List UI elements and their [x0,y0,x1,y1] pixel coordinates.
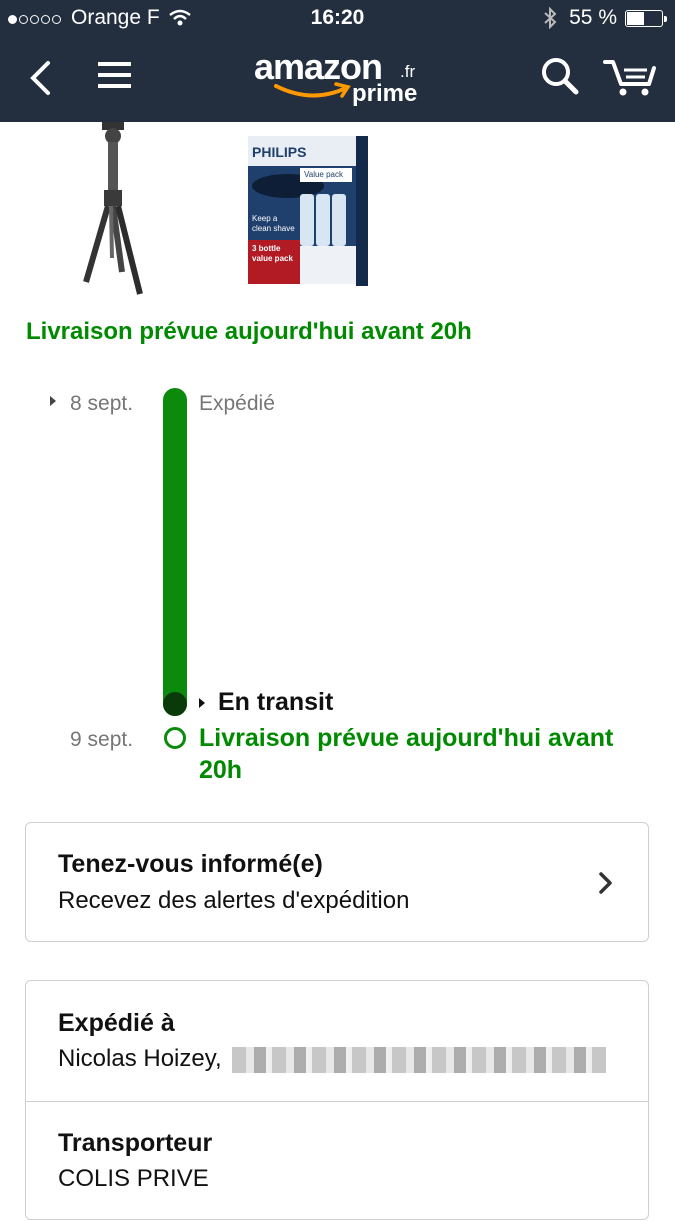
amazon-prime-logo[interactable]: amazon .fr prime [254,46,434,116]
alerts-title: Tenez-vous informé(e) [58,850,323,878]
nav-bar: amazon .fr prime [0,38,675,122]
expand-triangle-icon[interactable] [50,396,56,406]
search-icon[interactable] [540,56,580,96]
recipient-name: Nicolas Hoizey, [58,1045,222,1072]
tripod-image[interactable] [78,122,148,298]
status-bar: Orange F 16:20 55 % [0,0,675,38]
alerts-subtitle: Recevez des alertes d'expédition [58,887,410,914]
timeline-step-transit[interactable]: En transit [218,688,333,717]
product-tag: Value pack [304,170,343,179]
expand-triangle-icon[interactable] [199,698,205,708]
battery-icon [625,9,667,27]
logo-prime: prime [352,80,418,107]
bluetooth-icon [544,7,557,29]
shipped-to-section: Expédié à Nicolas Hoizey, [26,981,648,1102]
smile-arrow-icon [274,82,351,98]
shipping-alerts-card[interactable]: Tenez-vous informé(e) Recevez des alerte… [25,822,649,942]
product-brand: PHILIPS [252,144,307,160]
shipping-info-card: Expédié à Nicolas Hoizey, Transporteur C… [25,980,649,1220]
philips-cleaning-pack-image[interactable]: PHILIPS Value pack Keep a clean shave 3 … [248,136,368,286]
shipped-to-label: Expédié à [58,1009,175,1037]
redacted-address [232,1046,607,1073]
cart-icon[interactable] [603,56,657,98]
product-tagline: Keep a clean shave [252,214,295,233]
chevron-right-icon [599,872,612,894]
carrier-name: COLIS PRIVE [58,1165,209,1192]
timeline-date-2: 9 sept. [70,728,134,751]
timeline-date-1: 8 sept. [70,392,134,415]
carrier-section: Transporteur COLIS PRIVE [26,1101,648,1221]
delivery-estimate-title: Livraison prévue aujourd'hui avant 20h [26,318,472,345]
carrier-label: Transporteur [58,1129,213,1157]
battery-percent: 55 % [569,6,617,29]
timeline-step-delivery: Livraison prévue aujourd'hui avant 20h [199,724,614,784]
timeline-step-shipped: Expédié [199,392,275,415]
product-pack-label: 3 bottle value pack [252,244,293,263]
logo-tld: .fr [400,62,416,81]
recipient-line: Nicolas Hoizey, [58,1045,607,1073]
status-right: 55 % [543,6,667,30]
timeline-current-node [163,692,187,716]
timeline-future-node [164,727,186,749]
back-icon[interactable] [28,60,52,96]
menu-icon[interactable] [97,60,133,92]
timeline-progress-bar [163,388,187,716]
